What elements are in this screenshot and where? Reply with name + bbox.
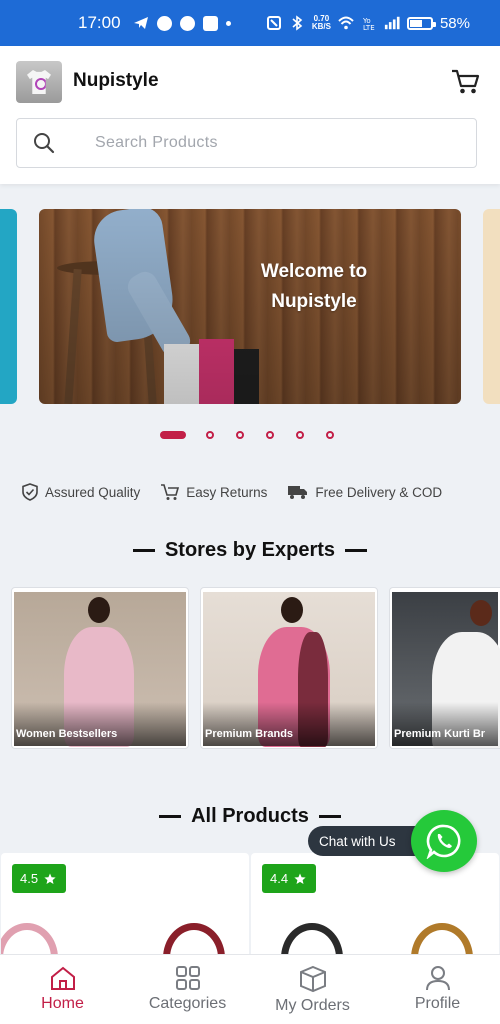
- store-card-premium-brands[interactable]: Premium Brands: [200, 587, 378, 749]
- home-icon: [50, 966, 75, 990]
- notification-app-icon: [156, 15, 172, 31]
- status-bar: 17:00 0.70 KB/S Yo LTE 58%: [0, 0, 500, 46]
- feature-easy-returns: Easy Returns: [160, 483, 267, 501]
- store-label: Premium Kurti Br: [392, 702, 498, 746]
- star-icon: [44, 873, 56, 884]
- feature-free-delivery: Free Delivery & COD: [287, 484, 442, 500]
- nav-my-orders[interactable]: My Orders: [250, 955, 375, 1024]
- chat-with-us-label[interactable]: Chat with Us: [308, 826, 418, 856]
- whatsapp-chat-button[interactable]: [411, 810, 477, 872]
- nav-profile[interactable]: Profile: [375, 955, 500, 1024]
- network-speed: 0.70 KB/S: [311, 14, 331, 31]
- banner-previous-slide[interactable]: [0, 209, 17, 404]
- bluetooth-icon: [292, 15, 303, 31]
- rating-badge: 4.5: [12, 864, 67, 893]
- search-input[interactable]: Search Products: [16, 118, 477, 168]
- store-label: Women Bestsellers: [14, 702, 186, 746]
- product-card[interactable]: 4.4: [251, 853, 499, 963]
- shield-check-icon: [22, 483, 38, 501]
- box-icon: [299, 965, 326, 993]
- search-icon: [34, 133, 55, 154]
- user-icon: [425, 966, 450, 991]
- signal-icon: [384, 16, 400, 30]
- gallery-app-icon: [202, 15, 218, 31]
- search-placeholder: Search Products: [95, 134, 218, 151]
- nfc-icon: [266, 16, 281, 30]
- app-title: Nupistyle: [73, 70, 159, 91]
- carousel-dot[interactable]: [296, 431, 304, 439]
- svg-text:LTE: LTE: [363, 24, 375, 31]
- banner-slide[interactable]: Welcome to Nupistyle: [39, 209, 461, 404]
- rating-badge: 4.4: [262, 864, 317, 893]
- tshirt-logo-icon: [27, 70, 51, 94]
- categories-grid-icon: [175, 966, 200, 990]
- volte-icon: YoLTE: [362, 17, 375, 31]
- bottom-navigation: Home Categories My Orders Profile: [0, 954, 500, 1024]
- carousel-dot[interactable]: [236, 431, 244, 439]
- product-card[interactable]: 4.5: [1, 853, 249, 963]
- carousel-dot[interactable]: [160, 431, 186, 439]
- carousel-dot[interactable]: [206, 431, 214, 439]
- feature-strip: Assured Quality Easy Returns Free Delive…: [21, 483, 462, 501]
- nav-home[interactable]: Home: [0, 955, 125, 1024]
- more-notifications-dot-icon: [225, 20, 231, 26]
- store-label: Premium Brands: [203, 702, 375, 746]
- carousel-indicator: [160, 431, 356, 439]
- carousel-dot[interactable]: [326, 431, 334, 439]
- store-card-premium-kurti[interactable]: Premium Kurti Br: [389, 587, 500, 749]
- nav-categories[interactable]: Categories: [125, 955, 250, 1024]
- battery-icon: [406, 16, 436, 30]
- star-icon: [294, 873, 306, 884]
- cart-return-icon: [161, 484, 180, 500]
- whatsapp-icon: [426, 824, 461, 859]
- banner-next-slide[interactable]: [483, 209, 500, 404]
- cart-icon[interactable]: [450, 68, 480, 96]
- facebook-icon: [179, 15, 195, 31]
- wifi-icon: [338, 16, 354, 30]
- feature-assured-quality: Assured Quality: [21, 483, 140, 501]
- telegram-icon: [133, 17, 148, 29]
- carousel-dot[interactable]: [266, 431, 274, 439]
- banner-headline: Welcome to Nupistyle: [260, 261, 368, 312]
- battery-percent: 58%: [439, 14, 470, 32]
- app-logo[interactable]: [16, 61, 62, 103]
- app-header: Nupistyle Search Products: [0, 46, 500, 184]
- truck-icon: [288, 486, 308, 499]
- store-card-women-bestsellers[interactable]: Women Bestsellers: [11, 587, 189, 749]
- stores-section-title: Stores by Experts: [0, 539, 500, 562]
- status-time: 17:00: [78, 13, 121, 32]
